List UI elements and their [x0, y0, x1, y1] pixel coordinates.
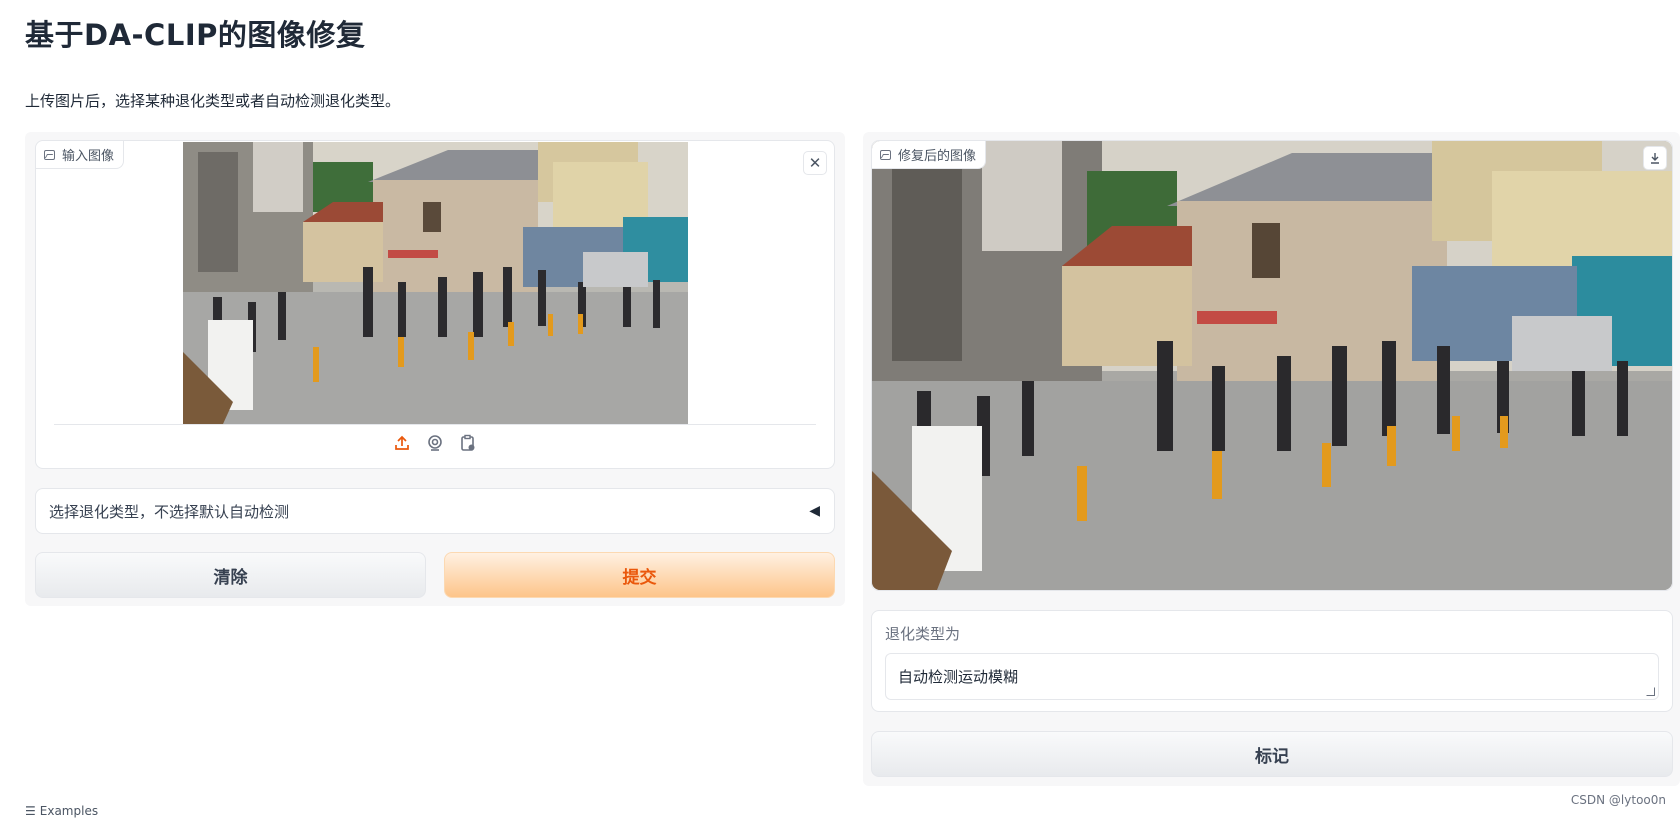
input-image-label-text: 输入图像: [62, 149, 115, 164]
output-image-label: 修复后的图像: [872, 141, 987, 169]
clipboard-icon[interactable]: [458, 433, 478, 453]
resize-handle-icon[interactable]: [1646, 687, 1655, 696]
upload-icon[interactable]: [392, 433, 412, 453]
restored-street-scene-image: [872, 141, 1672, 590]
flag-button[interactable]: 标记: [871, 731, 1673, 777]
output-image-label-text: 修复后的图像: [898, 149, 977, 164]
result-textbox[interactable]: 自动检测运动模糊: [885, 653, 1659, 700]
examples-label: Examples: [39, 804, 99, 818]
output-image-card: 修复后的图像: [871, 140, 1673, 591]
result-label: 退化类型为: [885, 625, 961, 643]
examples-toggle[interactable]: ☰ Examples: [25, 804, 98, 818]
degradation-dropdown[interactable]: 选择退化类型，不选择默认自动检测 ◀: [35, 488, 835, 534]
submit-button[interactable]: 提交: [444, 552, 835, 598]
close-icon[interactable]: ✕: [803, 151, 827, 175]
download-icon[interactable]: [1643, 146, 1667, 170]
page-description: 上传图片后，选择某种退化类型或者自动检测退化类型。: [25, 92, 401, 110]
image-icon: [44, 149, 55, 160]
page-title: 基于DA-CLIP的图像修复: [25, 18, 366, 52]
input-image-label: 输入图像: [36, 141, 125, 169]
webcam-icon[interactable]: [425, 433, 445, 453]
watermark: CSDN @lytoo0n: [1570, 793, 1666, 807]
dropdown-placeholder: 选择退化类型，不选择默认自动检测: [49, 502, 290, 521]
clear-button[interactable]: 清除: [35, 552, 426, 598]
caret-left-icon: ◀: [809, 503, 820, 519]
list-icon: ☰: [25, 804, 36, 818]
image-divider: [54, 424, 816, 425]
image-source-toolbar: [36, 433, 834, 453]
image-icon: [880, 149, 891, 160]
output-photo: [872, 141, 1672, 590]
result-card: 退化类型为 自动检测运动模糊: [871, 610, 1673, 712]
input-image-card[interactable]: 输入图像 ✕: [35, 140, 835, 469]
input-photo: [183, 142, 688, 424]
street-scene-image: [183, 142, 688, 424]
result-value: 自动检测运动模糊: [898, 668, 1019, 686]
